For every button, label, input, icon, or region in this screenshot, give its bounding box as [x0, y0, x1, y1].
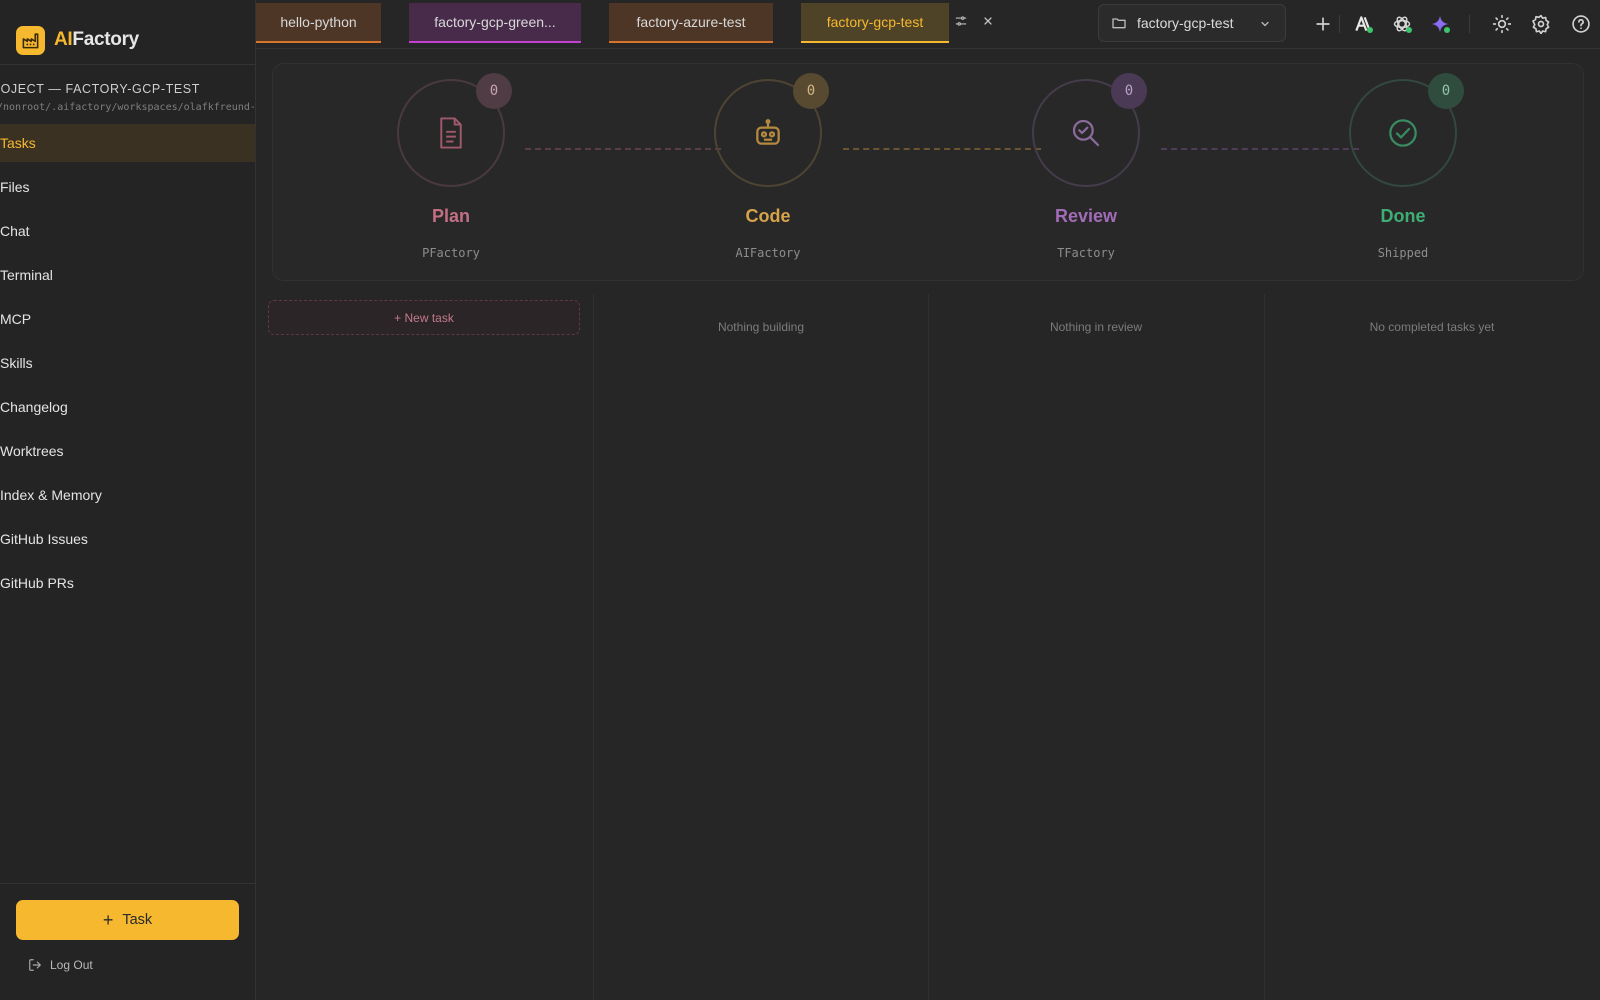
- help-icon[interactable]: [1571, 14, 1591, 34]
- pipeline-connector: [525, 148, 721, 150]
- project-select-value: factory-gcp-test: [1137, 15, 1234, 31]
- review-column-empty-state: Nothing in review: [1049, 320, 1143, 334]
- stage-plan-count: 0: [476, 73, 512, 109]
- tab-label: factory-gcp-test: [826, 14, 924, 30]
- stage-done-count: 0: [1428, 73, 1464, 109]
- stage-review-count: 0: [1111, 73, 1147, 109]
- anthropic-provider[interactable]: [1353, 14, 1373, 34]
- stage-review-subtitle: TFactory: [1057, 246, 1115, 260]
- divider: [1339, 15, 1340, 33]
- chevron-down-icon: [1261, 21, 1269, 27]
- sidebar-item-changelog[interactable]: Changelog: [0, 388, 255, 426]
- document-icon: [440, 117, 462, 149]
- tab-settings-sliders-icon[interactable]: [954, 14, 968, 28]
- top-bar: hello-python factory-gcp-green... factor…: [256, 0, 1600, 49]
- sidebar-item-tasks[interactable]: Tasks: [0, 124, 255, 162]
- stage-plan-name: Plan: [431, 206, 470, 226]
- status-dot: [1444, 27, 1450, 33]
- pipeline-connector: [843, 148, 1041, 150]
- sidebar-item-worktrees[interactable]: Worktrees: [0, 432, 255, 470]
- column-divider: [593, 294, 594, 1000]
- logout-label: Log Out: [50, 958, 93, 972]
- tab-factory-gcp-test[interactable]: factory-gcp-test: [801, 3, 949, 43]
- openai-provider[interactable]: [1392, 14, 1412, 34]
- gemini-provider[interactable]: [1430, 14, 1450, 34]
- sidebar-item-terminal[interactable]: Terminal: [0, 256, 255, 294]
- sidebar-item-chat[interactable]: Chat: [0, 212, 255, 250]
- factory-logo-icon: [16, 25, 45, 55]
- search-check-icon: [1072, 119, 1100, 147]
- add-task-button[interactable]: + New task: [268, 300, 580, 335]
- new-task-button-label: Task: [122, 912, 153, 928]
- stage-done-name: Done: [1380, 206, 1426, 226]
- sidebar-item-github-prs[interactable]: GitHub PRs: [0, 564, 255, 602]
- code-column-empty-state: Nothing building: [717, 320, 805, 334]
- divider: [1469, 15, 1470, 33]
- stage-code-name: Code: [745, 206, 791, 226]
- app-name-suffix: Factory: [72, 29, 139, 50]
- divider: [0, 64, 255, 65]
- new-task-button[interactable]: + Task: [16, 900, 239, 940]
- stage-review-name: Review: [1054, 206, 1118, 226]
- tab-label: factory-azure-test: [636, 14, 746, 30]
- stage-code-subtitle: AIFactory: [735, 246, 801, 260]
- status-dot: [1367, 27, 1373, 33]
- sidebar: AIFactory PROJECT — FACTORY-GCP-TEST /no…: [0, 0, 256, 1000]
- sidebar-nav: Tasks Files Chat Terminal MCP Skills Cha…: [0, 124, 255, 608]
- tab-label: hello-python: [280, 14, 357, 30]
- sidebar-item-skills[interactable]: Skills: [0, 344, 255, 382]
- sidebar-item-mcp[interactable]: MCP: [0, 300, 255, 338]
- robot-icon: [756, 119, 780, 145]
- sidebar-item-github-issues[interactable]: GitHub Issues: [0, 520, 255, 558]
- folder-icon: [1112, 18, 1126, 29]
- app-name-prefix: AI: [54, 29, 73, 50]
- tab-label: factory-gcp-green...: [434, 14, 556, 30]
- settings-gear-icon[interactable]: [1531, 14, 1551, 34]
- logout-icon: [29, 959, 41, 971]
- status-dot: [1406, 27, 1412, 33]
- plus-icon: +: [102, 910, 114, 930]
- logout-button[interactable]: Log Out: [28, 958, 93, 972]
- tab-factory-gcp-green[interactable]: factory-gcp-green...: [409, 3, 581, 43]
- stage-code-count: 0: [793, 73, 829, 109]
- stage-done-subtitle: Shipped: [1377, 246, 1429, 260]
- tab-close-icon[interactable]: [982, 15, 994, 27]
- done-column-empty-state: No completed tasks yet: [1369, 320, 1495, 334]
- app-name: AIFactory: [54, 29, 139, 51]
- column-divider: [1264, 294, 1265, 1000]
- tab-factory-azure-test[interactable]: factory-azure-test: [609, 3, 773, 43]
- pipeline-connector: [1161, 148, 1359, 150]
- sidebar-item-files[interactable]: Files: [0, 168, 255, 206]
- theme-sun-icon[interactable]: [1492, 14, 1512, 34]
- check-circle-icon: [1389, 119, 1417, 147]
- project-path: /nonroot/.aifactory/workspaces/olafkfreu…: [0, 102, 256, 113]
- project-select[interactable]: factory-gcp-test: [1098, 4, 1286, 42]
- brand[interactable]: AIFactory: [16, 25, 139, 55]
- stage-plan-subtitle: PFactory: [422, 246, 480, 260]
- tab-hello-python[interactable]: hello-python: [256, 3, 381, 43]
- divider: [0, 883, 255, 884]
- project-title: PROJECT — FACTORY-GCP-TEST: [0, 82, 200, 96]
- column-divider: [928, 294, 929, 1000]
- add-icon[interactable]: [1313, 14, 1333, 34]
- sidebar-item-index-memory[interactable]: Index & Memory: [0, 476, 255, 514]
